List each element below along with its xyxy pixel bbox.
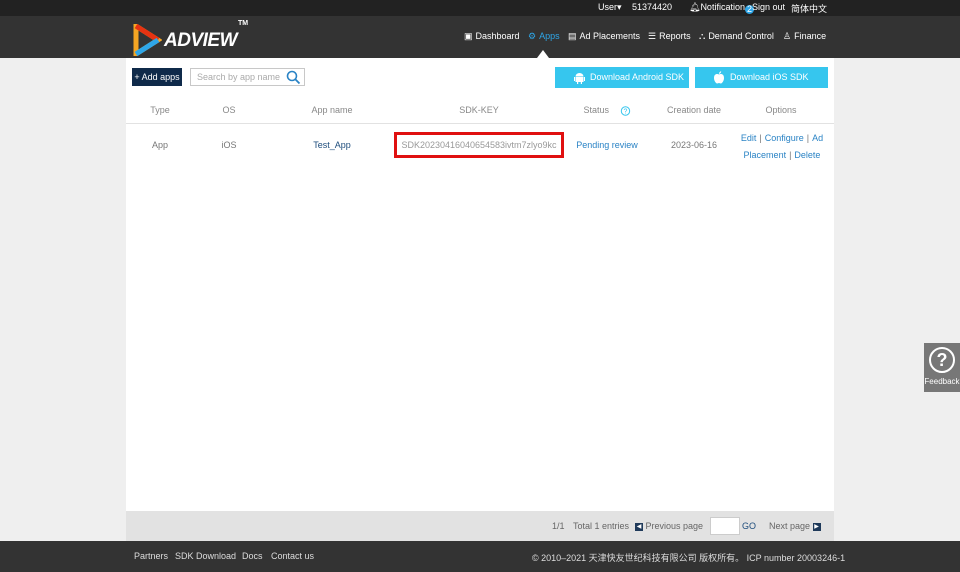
nav-apps[interactable]: ⚙ Apps <box>528 31 560 42</box>
nav-demand-control[interactable]: ⛬ Demand Control <box>699 31 774 42</box>
col-header-type: Type <box>150 105 170 115</box>
delete-link[interactable]: Delete <box>794 150 820 160</box>
feedback-label: Feedback <box>924 377 960 386</box>
previous-page-button[interactable]: ◀ Previous page <box>635 521 703 531</box>
search-input[interactable] <box>191 69 283 85</box>
cell-sdk-key: SDK20230416040654583ivtm7zlyo9kc <box>394 132 564 158</box>
feedback-tab[interactable]: ? Feedback <box>924 343 960 392</box>
total-entries: Total 1 entries <box>573 521 630 531</box>
configure-link[interactable]: Configure <box>765 133 804 143</box>
cell-type: App <box>151 140 169 150</box>
logo-text: ADVIEW <box>164 30 238 51</box>
nav-ad-placements[interactable]: ▤ Ad Placements <box>568 31 640 42</box>
chevron-right-icon: ▶ <box>812 522 821 531</box>
nav-reports[interactable]: ☰ Reports <box>648 31 691 42</box>
next-page-button[interactable]: Next page ▶ <box>769 521 821 531</box>
chevron-left-icon: ◀ <box>635 522 643 531</box>
sign-out-link[interactable]: Sign out <box>752 2 785 12</box>
question-icon: ? <box>929 347 955 373</box>
cell-options: Edit | Configure | Ad Placement | Delete <box>740 133 824 160</box>
reports-icon: ☰ <box>648 31 657 41</box>
top-bar: User▾ 51374420 🔔︎Notification 2 Sign out … <box>0 0 960 16</box>
main-header: ADVIEW TM ▣ Dashboard ⚙ Apps ▤ Ad Placement… <box>0 16 960 58</box>
col-header-sdk-key: SDK-KEY <box>459 105 499 115</box>
cell-app-name[interactable]: Test_App <box>313 140 351 150</box>
download-android-sdk-button[interactable]: Download Android SDK <box>555 67 689 88</box>
footer: Partners SDK Download Docs Contact us © … <box>0 541 960 572</box>
network-icon: ⛬ <box>699 31 706 41</box>
search-icon[interactable] <box>286 70 301 85</box>
svg-text:?: ? <box>624 108 628 115</box>
search-box <box>190 68 305 86</box>
logo-icon <box>133 24 162 56</box>
language-switch[interactable]: 简体中文 <box>791 2 827 15</box>
active-nav-caret <box>537 50 549 58</box>
go-button[interactable]: GO <box>742 521 756 531</box>
page-number-input[interactable] <box>710 517 740 535</box>
col-header-status: Status ? <box>583 105 631 116</box>
add-apps-button[interactable]: + Add apps <box>132 68 182 86</box>
col-header-app-name: App name <box>311 105 353 115</box>
apple-icon <box>714 71 724 84</box>
cell-status[interactable]: Pending review <box>576 140 638 150</box>
footer-link-partners[interactable]: Partners <box>134 551 168 561</box>
nav-dashboard[interactable]: ▣ Dashboard <box>464 31 520 42</box>
android-icon <box>574 72 585 84</box>
edit-link[interactable]: Edit <box>741 133 757 143</box>
download-ios-sdk-button[interactable]: Download iOS SDK <box>695 67 828 88</box>
footer-copyright: © 2010–2021 天津快友世纪科技有限公司 版权所有。 ICP numbe… <box>532 553 846 563</box>
nav-finance[interactable]: ♙ Finance <box>783 31 826 42</box>
gear-icon: ⚙ <box>528 31 537 41</box>
adview-logo[interactable]: ADVIEW TM <box>130 20 250 56</box>
dashboard-icon: ▣ <box>464 31 473 41</box>
user-id: 51374420 <box>632 2 673 12</box>
col-header-creation-date: Creation date <box>666 105 722 115</box>
col-header-options: Options <box>765 105 797 115</box>
footer-link-docs[interactable]: Docs <box>242 551 263 561</box>
header-divider <box>126 123 834 124</box>
help-icon[interactable]: ? <box>620 105 631 116</box>
cell-creation-date: 2023-06-16 <box>670 140 718 150</box>
finance-icon: ♙ <box>783 31 792 41</box>
logo-trademark: TM <box>238 20 249 27</box>
cell-os: iOS <box>221 140 237 150</box>
apps-panel: + Add apps Download Android SDK Download… <box>126 58 834 541</box>
footer-link-contact-us[interactable]: Contact us <box>271 551 314 561</box>
notification-link[interactable]: 🔔︎Notification 2 <box>689 2 754 14</box>
page-indicator: 1/1 <box>552 521 565 531</box>
col-header-os: OS <box>222 105 236 115</box>
user-menu[interactable]: User▾ <box>598 2 622 13</box>
footer-link-sdk-download[interactable]: SDK Download <box>175 551 236 561</box>
placement-icon: ▤ <box>568 31 577 41</box>
bell-icon: 🔔︎ <box>689 2 701 12</box>
pagination-bar: 1/1 Total 1 entries ◀ Previous page GO N… <box>126 511 834 541</box>
